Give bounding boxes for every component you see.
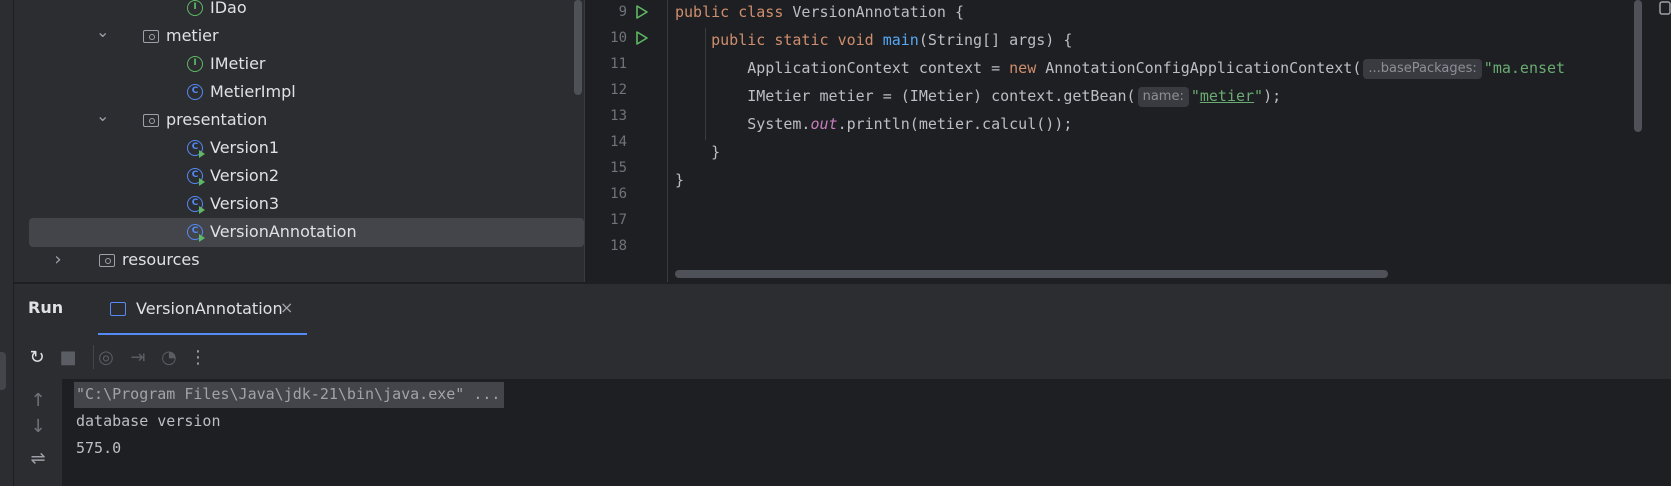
tree-item-label: resources	[122, 250, 200, 269]
tree-item-label: Version1	[210, 138, 280, 157]
tree-item[interactable]: C Version2	[14, 161, 584, 191]
project-tree-scrollbar[interactable]	[574, 0, 582, 95]
tree-item[interactable]: C Version3	[14, 189, 584, 219]
code-line-14[interactable]: }	[675, 138, 720, 166]
editor-vertical-scrollbar[interactable]	[1634, 0, 1642, 132]
console-side-toolbar: ↑ ↓ ⇌	[14, 379, 62, 486]
camera-icon: ◎	[98, 346, 114, 368]
line-number: 16	[610, 186, 627, 202]
tree-item-label: presentation	[166, 110, 268, 129]
tree-item[interactable]: C VersionAnnotation	[14, 217, 584, 247]
editor-horizontal-scrollbar[interactable]	[675, 270, 1388, 278]
tree-item[interactable]: C MetierImpl	[14, 77, 584, 107]
notifications-icon[interactable]	[1657, 0, 1671, 16]
console-command-line[interactable]: "C:\Program Files\Java\jdk-21\bin\java.e…	[74, 382, 505, 408]
console-output-line: 575.0	[76, 439, 122, 457]
tree-item[interactable]: C Version1	[14, 133, 584, 163]
line-number: 15	[610, 160, 627, 176]
runnable-class-icon: C	[187, 140, 205, 158]
tab-label: VersionAnnotation	[136, 299, 283, 318]
line-number: 13	[610, 108, 627, 124]
code-editor[interactable]: 9 10 11 12 13 14 15 16 17 18 public class Version…	[584, 0, 1671, 282]
tree-item[interactable]: ⌄ metier	[14, 21, 584, 51]
scroll-down-icon[interactable]: ↓	[28, 417, 48, 437]
code-line-12[interactable]: IMetier metier = (IMetier) context.getBe…	[675, 82, 1281, 110]
run-badge-icon	[199, 178, 205, 186]
run-panel-header: Run VersionAnnotation ×	[14, 283, 1671, 336]
chevron-right-icon[interactable]: ›	[52, 245, 64, 275]
runnable-class-icon: C	[187, 168, 205, 186]
class-icon: C	[187, 84, 203, 100]
interface-icon: I	[187, 0, 203, 16]
tree-item-label: metier	[166, 26, 219, 45]
tree-item[interactable]: ⌄ presentation	[14, 105, 584, 135]
tab-version-annotation[interactable]: VersionAnnotation ×	[98, 284, 307, 336]
code-line-10[interactable]: public static void main(String[] args) {	[675, 26, 1072, 54]
line-number: 18	[610, 238, 627, 254]
tree-item-label: IMetier	[210, 54, 266, 73]
indent-guide	[667, 0, 668, 282]
runnable-class-icon: C	[187, 196, 205, 214]
run-gutter-icon[interactable]	[633, 4, 649, 20]
console-output-line: database version	[76, 412, 221, 430]
tree-item[interactable]: I IDao	[14, 0, 584, 23]
soft-wrap-icon[interactable]: ⇌	[28, 449, 48, 469]
chevron-down-icon[interactable]: ⌄	[96, 105, 109, 135]
tree-item-label: Version2	[210, 166, 280, 185]
run-badge-icon	[199, 234, 205, 242]
tool-strip-indicator	[0, 352, 6, 390]
line-number: 11	[610, 56, 627, 72]
close-icon[interactable]: ×	[280, 298, 293, 317]
more-options-icon[interactable]: ⋮	[187, 346, 209, 368]
stop-icon: ■	[59, 346, 77, 368]
toolbar-separator	[93, 345, 94, 369]
tree-item-label: Version3	[210, 194, 280, 213]
left-tool-strip	[0, 0, 14, 486]
run-gutter-icon[interactable]	[633, 30, 649, 46]
exit-icon: ⇥	[130, 346, 146, 368]
code-line-15[interactable]: }	[675, 166, 684, 194]
tree-item[interactable]: I IMetier	[14, 49, 584, 79]
rerun-icon[interactable]: ↻	[26, 346, 48, 368]
tree-item-label: MetierImpl	[210, 82, 296, 101]
tree-item-label: IDao	[210, 0, 247, 17]
line-number: 14	[610, 134, 627, 150]
package-folder-icon	[99, 254, 115, 267]
line-number: 10	[610, 30, 627, 46]
package-folder-icon	[143, 114, 159, 127]
line-number: 17	[610, 212, 627, 228]
run-toolbar: ↻ ■ ◎ ⇥ ◔ ⋮	[14, 335, 1671, 379]
interface-icon: I	[187, 56, 203, 72]
line-number: 12	[610, 82, 627, 98]
console-output[interactable]: "C:\Program Files\Java\jdk-21\bin\java.e…	[62, 379, 1671, 486]
console-icon	[110, 302, 126, 316]
tree-item[interactable]: › resources	[14, 245, 584, 275]
gauge-icon: ◔	[161, 346, 177, 368]
run-badge-icon	[199, 206, 205, 214]
line-number: 9	[618, 4, 627, 20]
chevron-down-icon[interactable]: ⌄	[96, 21, 109, 51]
code-line-13[interactable]: System.out.println(metier.calcul());	[675, 110, 1072, 138]
parameter-hint: name:	[1137, 87, 1189, 107]
code-line-9[interactable]: public class VersionAnnotation {	[675, 0, 964, 26]
run-badge-icon	[199, 150, 205, 158]
code-line-11[interactable]: ApplicationContext context = new Annotat…	[675, 54, 1565, 82]
package-folder-icon	[143, 30, 159, 43]
tree-item-label: VersionAnnotation	[210, 222, 357, 241]
parameter-hint: ...basePackages:	[1363, 59, 1482, 79]
runnable-class-icon: C	[187, 224, 205, 242]
run-panel-title: Run	[28, 298, 64, 317]
scroll-up-icon[interactable]: ↑	[28, 391, 48, 411]
project-tree-panel: I IDao ⌄ metier I IMetier C MetierImpl ⌄ presenta…	[14, 0, 584, 282]
